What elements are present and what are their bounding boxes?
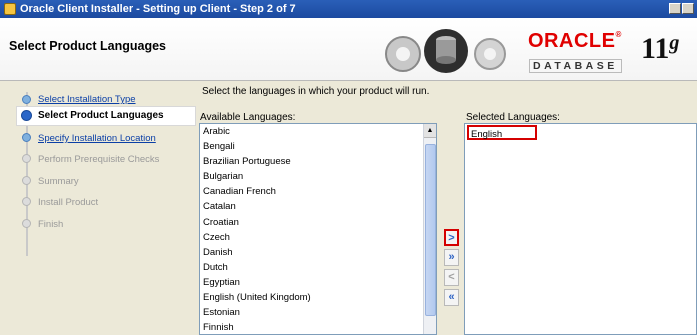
- minimize-button[interactable]: [669, 3, 681, 14]
- window-controls: [669, 3, 694, 14]
- language-option[interactable]: Catalan: [200, 199, 436, 214]
- title-bar: Oracle Client Installer - Setting up Cli…: [0, 0, 697, 18]
- language-option[interactable]: English (United Kingdom): [200, 290, 436, 305]
- nav-step-finish: Finish: [38, 219, 64, 230]
- step-pending-icon: [22, 176, 31, 185]
- nav-step-installation-location[interactable]: Specify Installation Location: [38, 133, 156, 144]
- add-language-button[interactable]: >: [444, 229, 459, 246]
- language-option[interactable]: Dutch: [200, 260, 436, 275]
- available-languages-label: Available Languages:: [200, 112, 296, 123]
- selected-languages-list[interactable]: English: [464, 123, 697, 335]
- nav-step-prerequisite-checks: Perform Prerequisite Checks: [38, 154, 160, 165]
- available-languages-list[interactable]: Arabic Bengali Brazilian Portuguese Bulg…: [199, 123, 437, 335]
- instruction-text: Select the languages in which your produ…: [202, 86, 430, 97]
- installer-header: Select Product Languages ORACLE® DATABAS…: [0, 18, 697, 81]
- database-wordmark: DATABASE: [529, 59, 622, 73]
- language-option[interactable]: Finnish: [200, 320, 436, 334]
- page-title: Select Product Languages: [9, 39, 166, 53]
- gears-icon: [385, 29, 506, 73]
- remove-all-languages-button[interactable]: «: [444, 289, 459, 306]
- step-done-icon: [22, 95, 31, 104]
- selected-language-option[interactable]: English: [467, 125, 537, 140]
- window-title: Oracle Client Installer - Setting up Cli…: [20, 3, 296, 15]
- maximize-button[interactable]: [682, 3, 694, 14]
- scroll-up-arrow-icon[interactable]: ▲: [424, 124, 436, 138]
- step-current-icon: [21, 110, 32, 121]
- nav-step-installation-type[interactable]: Select Installation Type: [38, 94, 136, 105]
- step-done-icon: [22, 133, 31, 142]
- language-option[interactable]: Estonian: [200, 305, 436, 320]
- language-option[interactable]: Arabic: [200, 124, 436, 139]
- add-all-languages-button[interactable]: »: [444, 249, 459, 266]
- nav-step-product-languages[interactable]: Select Product Languages: [38, 110, 164, 121]
- step-pending-icon: [22, 219, 31, 228]
- language-option[interactable]: Bengali: [200, 139, 436, 154]
- language-option[interactable]: Czech: [200, 230, 436, 245]
- nav-step-install-product: Install Product: [38, 197, 99, 208]
- app-icon: [4, 3, 16, 15]
- remove-language-button[interactable]: <: [444, 269, 459, 286]
- language-option[interactable]: Egyptian: [200, 275, 436, 290]
- version-logo: 11g: [641, 32, 680, 65]
- language-option[interactable]: Croatian: [200, 215, 436, 230]
- available-list-scrollbar[interactable]: ▲: [423, 124, 436, 334]
- oracle-logo: ORACLE®: [528, 30, 622, 52]
- scroll-thumb[interactable]: [425, 144, 436, 316]
- nav-step-summary: Summary: [38, 176, 79, 187]
- language-option[interactable]: Brazilian Portuguese: [200, 154, 436, 169]
- language-option[interactable]: Danish: [200, 245, 436, 260]
- language-option[interactable]: Bulgarian: [200, 169, 436, 184]
- step-pending-icon: [22, 154, 31, 163]
- selected-languages-label: Selected Languages:: [466, 112, 560, 123]
- language-option[interactable]: Canadian French: [200, 184, 436, 199]
- step-pending-icon: [22, 197, 31, 206]
